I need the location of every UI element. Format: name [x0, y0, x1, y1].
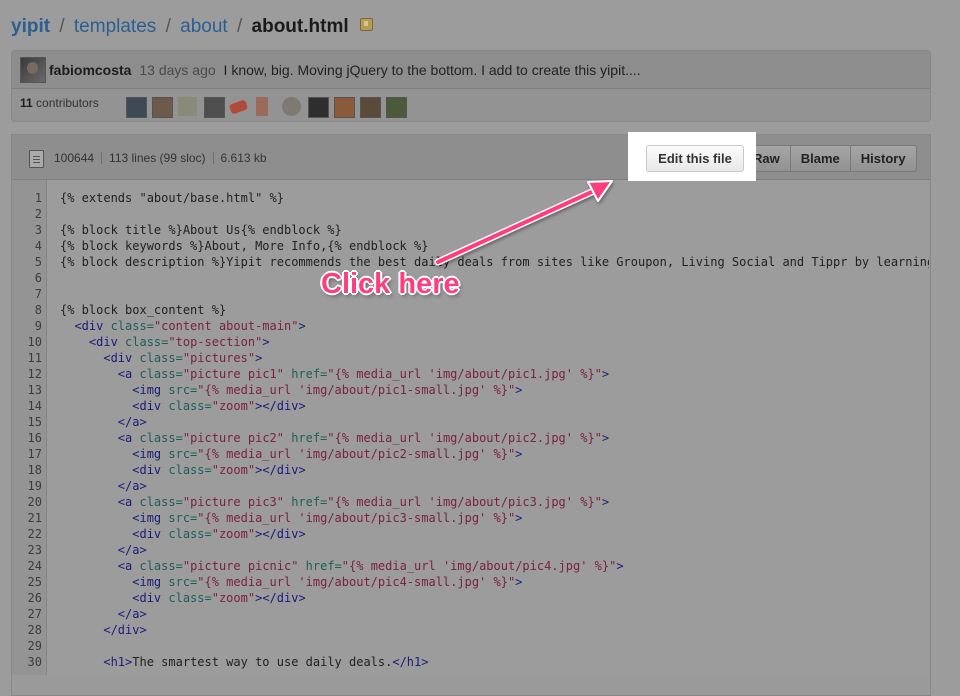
- annotation-arrow: [434, 180, 613, 266]
- click-here-annotation: Click here: [321, 268, 460, 300]
